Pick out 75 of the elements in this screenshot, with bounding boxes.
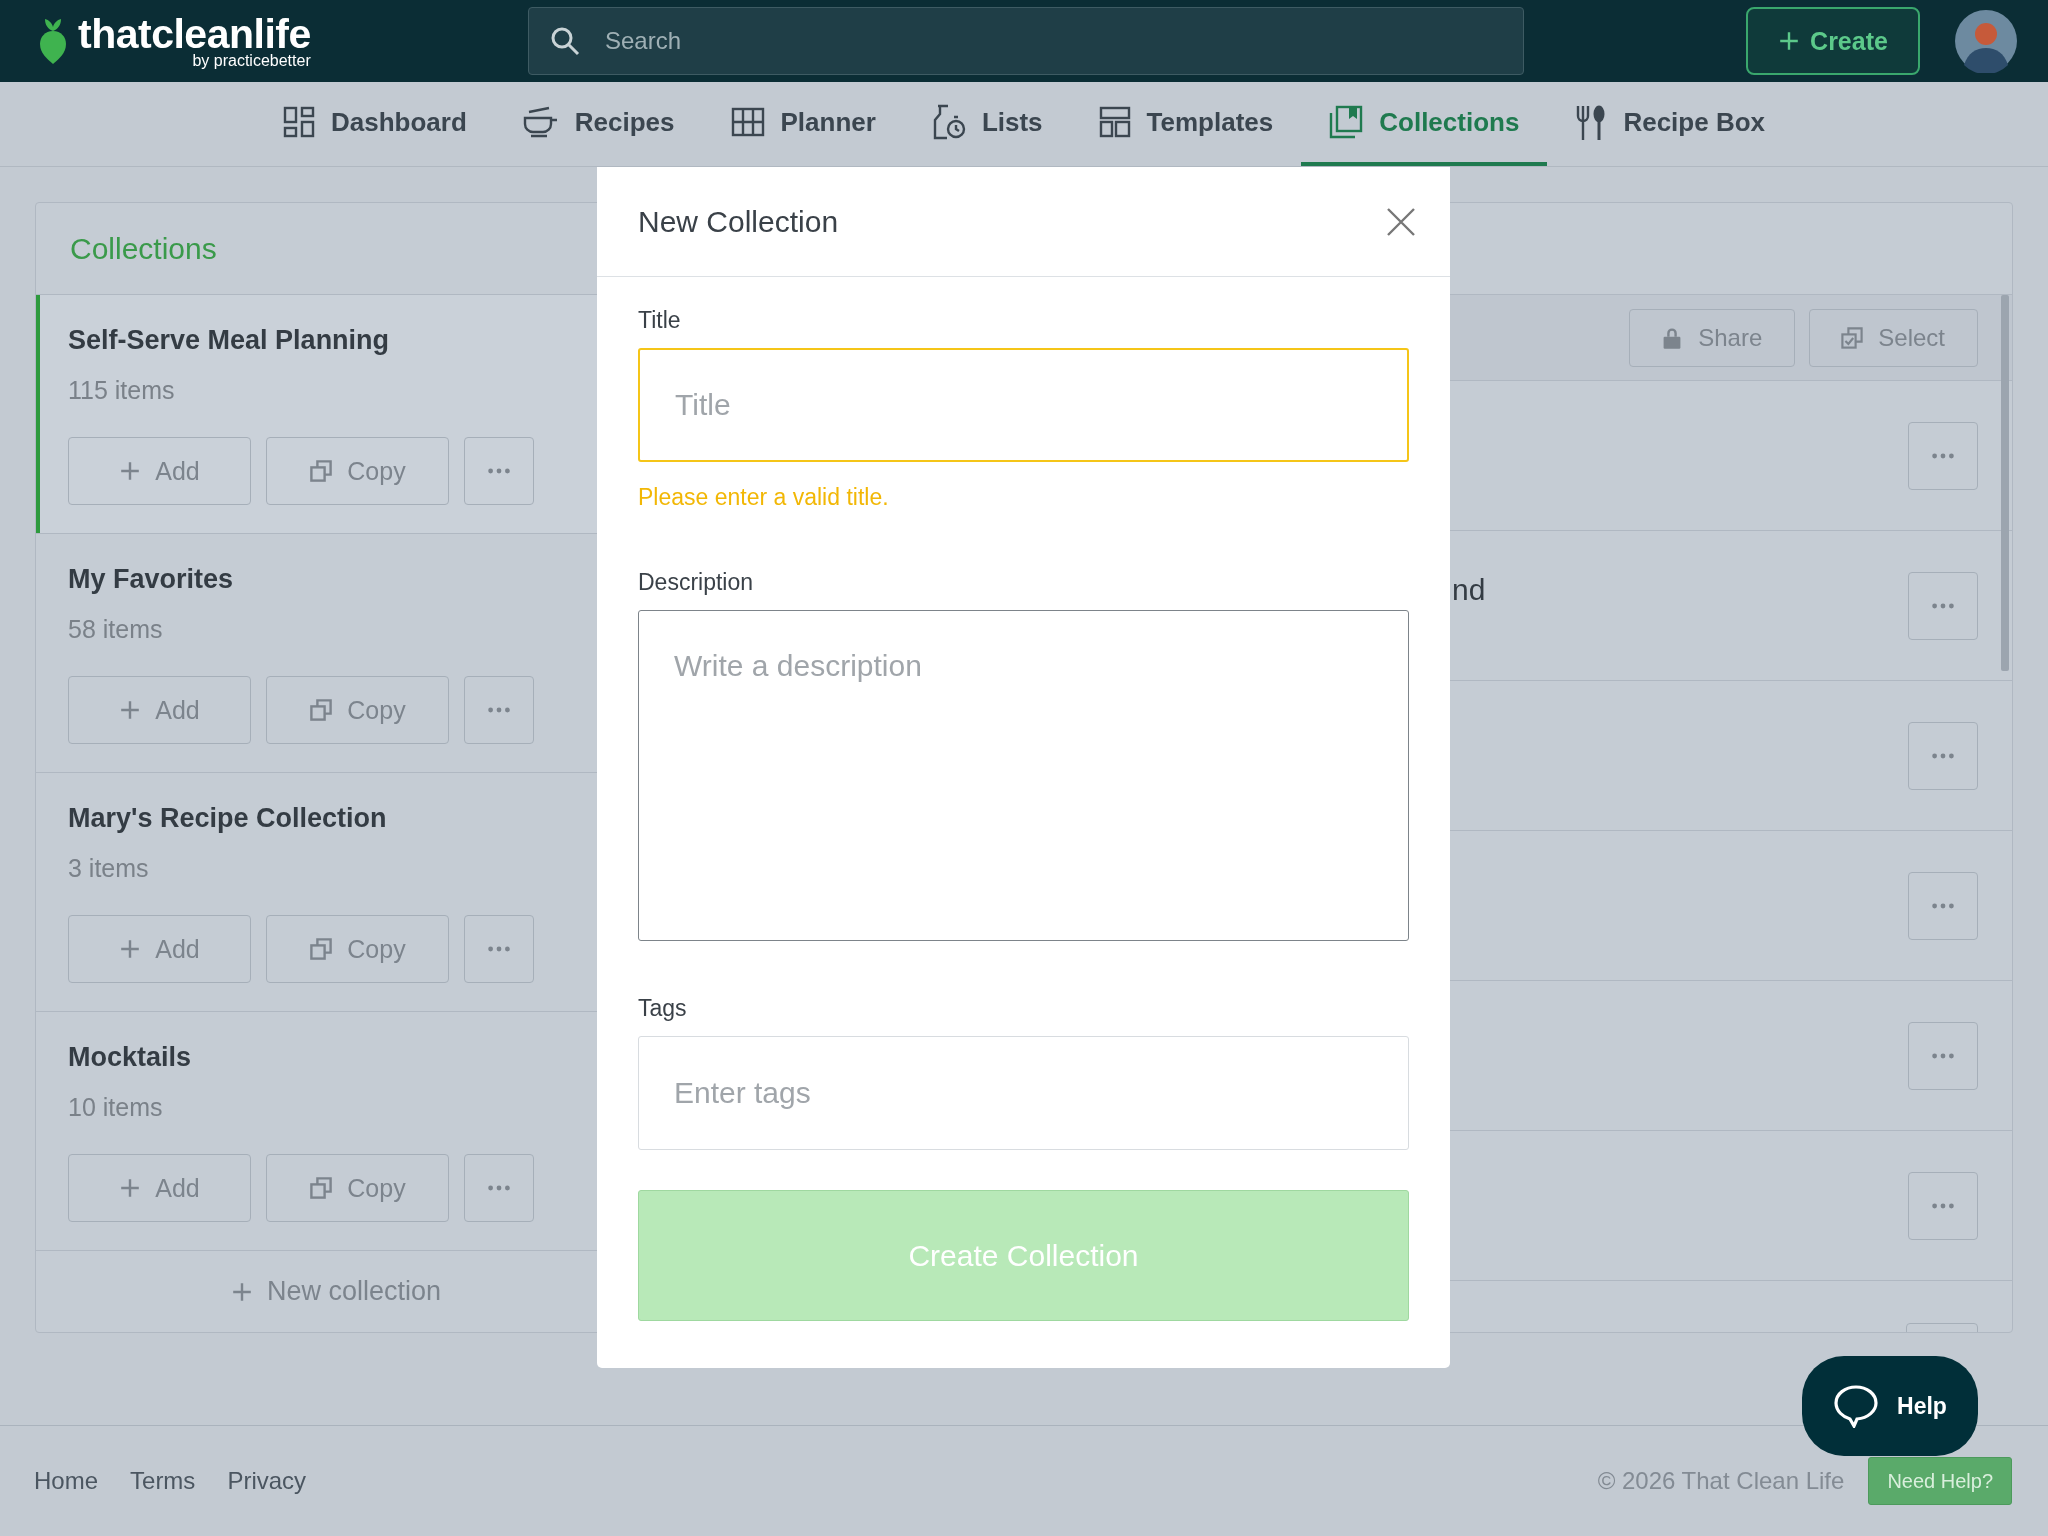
chat-bubble-icon [1833,1384,1880,1428]
more-icon [1931,452,1955,459]
plus-icon [119,699,142,721]
layout-icon [1098,106,1131,138]
add-button[interactable]: Add [68,676,251,744]
copy-button[interactable]: Copy [266,1154,449,1222]
title-field[interactable]: Title [638,348,1409,462]
error-message: Please enter a valid title. [638,484,890,511]
item-count: 3 items [68,854,150,883]
copy-button[interactable]: Copy [266,437,449,505]
logo-byline: by practicebetter [192,53,311,69]
add-button[interactable]: Add [68,1154,251,1222]
row-title: nd [1452,573,1486,607]
field-label: Description [638,569,755,596]
logo-text: thatcleanlife [78,13,311,55]
jar-icon [931,104,966,140]
footer-link[interactable]: Home [34,1467,99,1495]
copy-icon [309,459,334,483]
collection-name: Mary's Recipe Collection [68,803,388,834]
close-icon [1386,206,1416,237]
more-icon [487,946,511,952]
copy-icon [309,1176,334,1200]
pan-icon [522,106,559,138]
grid-icon [282,106,315,138]
beet-icon [38,17,68,65]
more-icon [1931,752,1955,759]
need-help-button[interactable]: Need Help? [1868,1457,2012,1505]
copy-button[interactable]: Copy [266,676,449,744]
copy-icon [309,937,334,961]
more-icon [1931,1052,1955,1059]
collection-name: Self-Serve Meal Planning [68,325,391,356]
select-icon [1840,325,1865,350]
nav-tab[interactable]: Templates [1070,82,1302,166]
more-icon [1931,902,1955,909]
search-field[interactable]: Search [528,7,1524,75]
table-icon [730,107,765,137]
footer-link[interactable]: Privacy [227,1467,307,1495]
nav-tab[interactable]: Planner [702,82,904,166]
field-label: Tags [638,995,688,1022]
plus-icon [119,938,142,960]
create-button[interactable]: Create [1746,7,1920,75]
more-icon [1931,602,1955,609]
copy-icon [309,698,334,722]
more-icon [487,468,511,474]
bookmark-stack-icon [1329,105,1364,139]
more-icon [487,1185,511,1191]
panel-title: Collections [70,231,217,266]
collection-name: My Favorites [68,564,235,595]
nav-tab[interactable]: Dashboard [254,82,495,166]
item-count: 58 items [68,615,164,644]
add-button[interactable]: Add [68,437,251,505]
more-icon [1931,1202,1955,1209]
copy-button[interactable]: Copy [266,915,449,983]
copyright-text: © 2026 That Clean Life [1597,1467,1845,1495]
plus-icon [119,1177,142,1199]
modal-title: New Collection [638,204,839,239]
plus-icon [230,1280,253,1303]
item-count: 10 items [68,1093,164,1122]
collection-name: Mocktails [68,1042,193,1073]
help-button[interactable]: Help [1802,1356,1978,1456]
plus-icon [1778,30,1801,52]
description-field[interactable]: Write a description [638,610,1409,941]
new-collection-button[interactable]: New collection [224,1257,448,1326]
more-icon [487,707,511,713]
item-count: 115 items [68,376,176,405]
nav-tab[interactable]: Lists [903,82,1071,166]
tags-field[interactable]: Enter tags [638,1036,1409,1150]
nav-tab[interactable]: Recipe Box [1547,82,1793,166]
footer-link[interactable]: Terms [130,1467,196,1495]
field-label: Title [638,307,682,334]
add-button[interactable]: Add [68,915,251,983]
plus-icon [119,460,142,482]
avatar-icon [1954,9,2018,73]
nav-tab[interactable]: Recipes [494,82,703,166]
search-icon [550,26,580,56]
